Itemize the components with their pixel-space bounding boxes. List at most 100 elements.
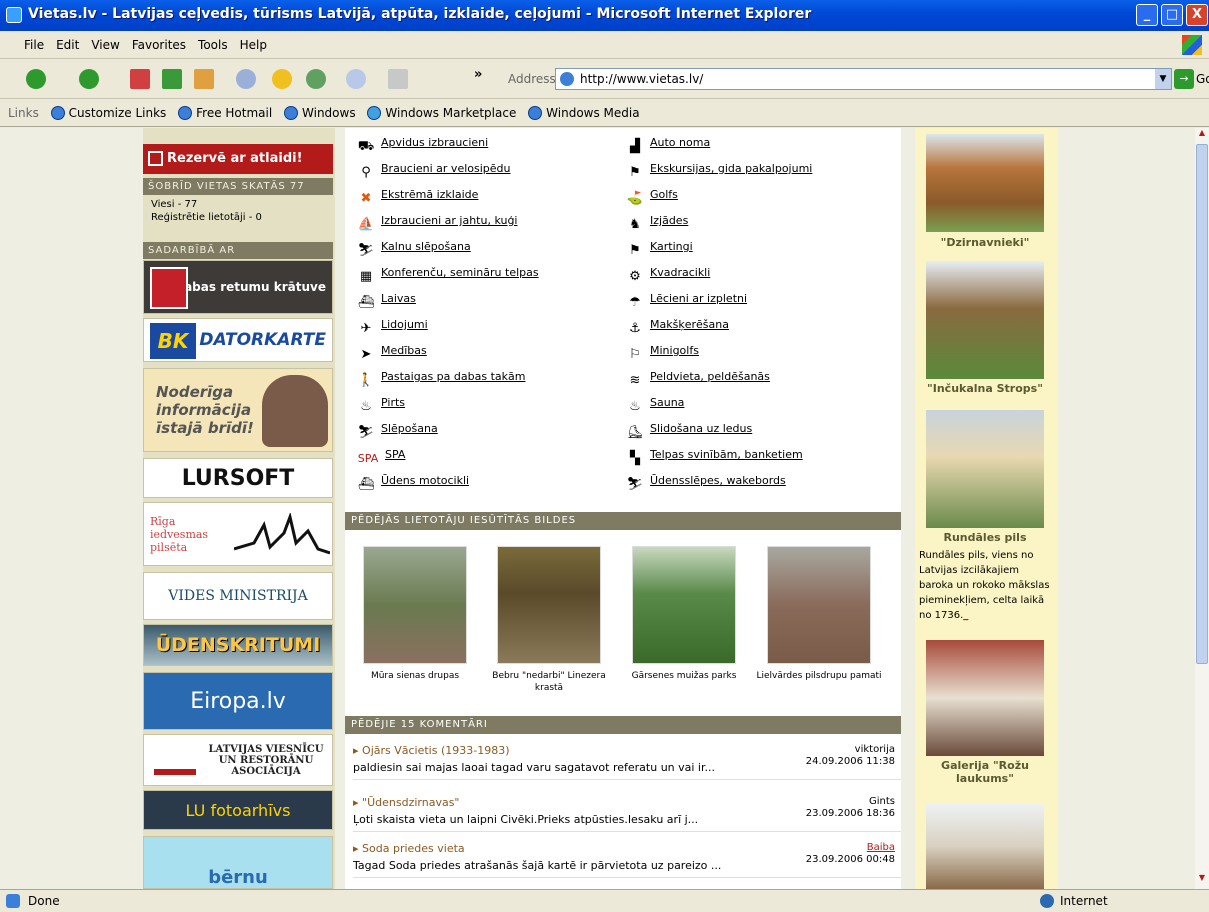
right-caption[interactable]: "Inčukalna Strops": [918, 382, 1052, 395]
activity-label[interactable]: Apvidus izbraucieni: [381, 136, 488, 149]
activity-link-left[interactable]: 🚶 Pastaigas pa dabas takām: [357, 370, 617, 396]
activity-label[interactable]: Lēcieni ar izpletni: [650, 292, 747, 305]
link-hotmail[interactable]: Free Hotmail: [178, 99, 272, 127]
activity-label[interactable]: Izjādes: [650, 214, 688, 227]
comment-user-link[interactable]: Baiba: [867, 842, 895, 853]
banner-viesnicu-asociacija[interactable]: LATVIJAS VIESNĪCU UN RESTORĀNU ASOCIĀCIJ…: [143, 734, 333, 786]
banner-bernu[interactable]: bērnu: [143, 836, 333, 889]
activity-link-left[interactable]: ➤ Medības: [357, 344, 617, 370]
banner-noderiga-informacija[interactable]: Noderīga informācija īstajā brīdī!: [143, 368, 333, 452]
activity-label[interactable]: Medības: [381, 344, 427, 357]
back-icon[interactable]: [26, 69, 46, 89]
activity-link-right[interactable]: ⛳ Golfs: [626, 188, 886, 214]
comment-title[interactable]: ▸ "Ūdensdzirnavas": [353, 796, 460, 809]
activity-label[interactable]: Izbraucieni ar jahtu, kuģi: [381, 214, 517, 227]
banner-lu-fotoarhivs[interactable]: LU fotoarhīvs: [143, 790, 333, 830]
activity-label[interactable]: Kalnu slēpošana: [381, 240, 471, 253]
activity-link-left[interactable]: ⛟ Apvidus izbraucieni: [357, 136, 617, 162]
comment-item[interactable]: ▸ Ojārs Vācietis (1933-1983) paldiesin s…: [353, 740, 901, 780]
activity-link-right[interactable]: ▟ Auto noma: [626, 136, 886, 162]
activity-link-right[interactable]: ⛷ Ūdensslēpes, wakebords: [626, 474, 886, 500]
incukalna-photo[interactable]: [926, 261, 1044, 379]
activity-label[interactable]: Kvadracikli: [650, 266, 710, 279]
photo-caption[interactable]: Gārsenes muižas parks: [619, 670, 749, 682]
stop-icon[interactable]: [130, 69, 150, 89]
comment-item[interactable]: ▸ "Ūdensdzirnavas" Ļoti skaista vieta un…: [353, 792, 901, 832]
go-button[interactable]: Go: [1196, 72, 1209, 86]
banner-datorkarte[interactable]: BK DATORKARTE: [143, 318, 333, 362]
activity-label[interactable]: Pirts: [381, 396, 405, 409]
activity-label[interactable]: Auto noma: [650, 136, 710, 149]
scroll-down-icon[interactable]: ▼: [1196, 873, 1208, 887]
activity-link-right[interactable]: ☂ Lēcieni ar izpletni: [626, 292, 886, 318]
link-marketplace[interactable]: Windows Marketplace: [367, 99, 516, 127]
menu-favorites[interactable]: Favorites: [126, 31, 192, 59]
activity-label[interactable]: Konferenču, semināru telpas: [381, 266, 539, 279]
print-icon[interactable]: [388, 69, 408, 89]
activity-label[interactable]: Laivas: [381, 292, 416, 305]
activity-link-right[interactable]: ⚑ Kartingi: [626, 240, 886, 266]
address-url[interactable]: http://www.vietas.lv/: [580, 72, 703, 86]
galerija-photo[interactable]: [926, 640, 1044, 756]
dzirnavnieki-photo[interactable]: [926, 134, 1044, 232]
menu-edit[interactable]: Edit: [50, 31, 85, 59]
address-bar[interactable]: http://www.vietas.lv/ ▼: [555, 68, 1172, 90]
banner-udenskritumi[interactable]: ŪDENSKRITUMI: [143, 624, 333, 666]
reserve-discount-button[interactable]: Rezervē ar atlaidi!: [143, 144, 333, 174]
link-media[interactable]: Windows Media: [528, 99, 640, 127]
activity-link-left[interactable]: ✈ Lidojumi: [357, 318, 617, 344]
vertical-scrollbar[interactable]: ▲ ▼: [1195, 128, 1209, 889]
photo-caption[interactable]: Lielvārdes pilsdrupu pamati: [754, 670, 884, 682]
banner-eiropa[interactable]: Eiropa.lv: [143, 672, 333, 730]
activity-link-right[interactable]: ⚑ Ekskursijas, gida pakalpojumi: [626, 162, 886, 188]
photo-caption[interactable]: Bebru "nedarbi" Linezera krastā: [484, 670, 614, 694]
activity-label[interactable]: Ekskursijas, gida pakalpojumi: [650, 162, 812, 175]
rundale-photo[interactable]: [926, 410, 1044, 528]
history-icon[interactable]: [306, 69, 326, 89]
activity-link-right[interactable]: ≋ Peldvieta, peldēšanās: [626, 370, 886, 396]
activity-link-right[interactable]: ▚ Telpas svinībām, banketiem: [626, 448, 886, 474]
photo-caption[interactable]: Mūra sienas drupas: [350, 670, 480, 682]
activity-link-right[interactable]: ⚙ Kvadracikli: [626, 266, 886, 292]
activity-label[interactable]: Ūdensslēpes, wakebords: [650, 474, 786, 487]
photo-thumbnail[interactable]: [363, 546, 467, 664]
menu-view[interactable]: View: [85, 31, 125, 59]
banner-riga[interactable]: Rīga iedvesmas pilsēta: [143, 502, 333, 566]
activity-link-right[interactable]: ⚓ Makšķerēšana: [626, 318, 886, 344]
activity-label[interactable]: Minigolfs: [650, 344, 699, 357]
activity-link-left[interactable]: ⛷ Kalnu slēpošana: [357, 240, 617, 266]
activity-label[interactable]: Lidojumi: [381, 318, 428, 331]
activity-link-left[interactable]: ⛵ Izbraucieni ar jahtu, kuģi: [357, 214, 617, 240]
activity-link-right[interactable]: ⛸ Slidošana uz ledus: [626, 422, 886, 448]
right-caption[interactable]: "Dzirnavnieki": [918, 236, 1052, 249]
link-customize[interactable]: Customize Links: [50, 99, 166, 127]
activity-label[interactable]: Ūdens motocikli: [381, 474, 469, 487]
house-photo[interactable]: [926, 804, 1044, 889]
favorites-star-icon[interactable]: [272, 69, 292, 89]
activity-link-left[interactable]: ⛴ Laivas: [357, 292, 617, 318]
activity-label[interactable]: Telpas svinībām, banketiem: [650, 448, 803, 461]
banner-dabas-retumu[interactable]: Dabas retumu krātuve: [143, 260, 333, 314]
activity-label[interactable]: Sauna: [650, 396, 684, 409]
activity-label[interactable]: Pastaigas pa dabas takām: [381, 370, 525, 383]
activity-label[interactable]: Golfs: [650, 188, 678, 201]
activity-link-left[interactable]: ⚲ Braucieni ar velosipēdu: [357, 162, 617, 188]
maximize-button[interactable]: □: [1161, 4, 1183, 26]
activity-label[interactable]: Ekstrēmā izklaide: [381, 188, 478, 201]
scroll-thumb[interactable]: [1196, 144, 1208, 664]
activity-link-right[interactable]: ♨ Sauna: [626, 396, 886, 422]
mail-icon[interactable]: [346, 69, 366, 89]
right-caption[interactable]: Galerija "Rožu laukums": [918, 759, 1052, 785]
activity-link-left[interactable]: ✖ Ekstrēmā izklaide: [357, 188, 617, 214]
link-windows[interactable]: Windows: [284, 99, 356, 127]
read-more-link[interactable]: _: [963, 610, 968, 621]
scroll-up-icon[interactable]: ▲: [1196, 128, 1208, 142]
activity-label[interactable]: Makšķerēšana: [650, 318, 729, 331]
minimize-button[interactable]: _: [1136, 4, 1158, 26]
refresh-icon[interactable]: [162, 69, 182, 89]
activity-label[interactable]: SPA: [385, 448, 405, 461]
activity-label[interactable]: Slidošana uz ledus: [650, 422, 752, 435]
banner-vides-ministrija[interactable]: VIDES MINISTRIJA: [143, 572, 333, 620]
forward-icon[interactable]: [79, 69, 99, 89]
activity-link-left[interactable]: ▦ Konferenču, semināru telpas: [357, 266, 617, 292]
